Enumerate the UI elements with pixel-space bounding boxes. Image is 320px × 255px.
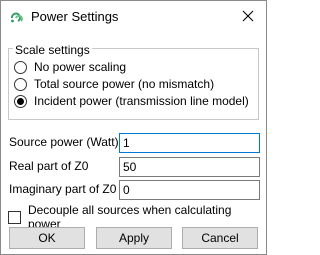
title-bar: Power Settings bbox=[1, 1, 266, 32]
ok-button[interactable]: OK bbox=[9, 227, 85, 249]
imag-z0-label: Imaginary part of Z0 bbox=[9, 182, 117, 196]
radio-no-power-scaling[interactable]: No power scaling bbox=[14, 59, 126, 75]
cancel-button[interactable]: Cancel bbox=[182, 227, 258, 249]
radio-button[interactable] bbox=[14, 60, 27, 74]
radio-button-selected[interactable] bbox=[14, 94, 27, 108]
radio-label: Incident power (transmission line model) bbox=[34, 94, 249, 108]
radio-total-source-power[interactable]: Total source power (no mismatch) bbox=[14, 76, 214, 92]
source-power-input[interactable] bbox=[119, 133, 260, 153]
close-button[interactable] bbox=[237, 6, 259, 28]
radio-incident-power[interactable]: Incident power (transmission line model) bbox=[14, 93, 249, 109]
close-icon bbox=[242, 10, 254, 25]
radio-label: Total source power (no mismatch) bbox=[34, 77, 215, 91]
scale-settings-title: Scale settings bbox=[13, 43, 92, 57]
radio-button[interactable] bbox=[14, 77, 27, 91]
radio-label: No power scaling bbox=[34, 60, 127, 74]
decouple-checkbox[interactable] bbox=[8, 210, 21, 224]
real-z0-label: Real part of Z0 bbox=[9, 159, 89, 173]
power-settings-dialog: Power Settings Scale settings No power s… bbox=[0, 0, 267, 255]
cst-logo-icon bbox=[9, 9, 25, 25]
imag-z0-input[interactable] bbox=[119, 180, 260, 200]
apply-button[interactable]: Apply bbox=[96, 227, 172, 249]
real-z0-input[interactable] bbox=[119, 157, 260, 177]
window-title: Power Settings bbox=[31, 9, 119, 24]
source-power-label: Source power (Watt) bbox=[9, 135, 119, 149]
